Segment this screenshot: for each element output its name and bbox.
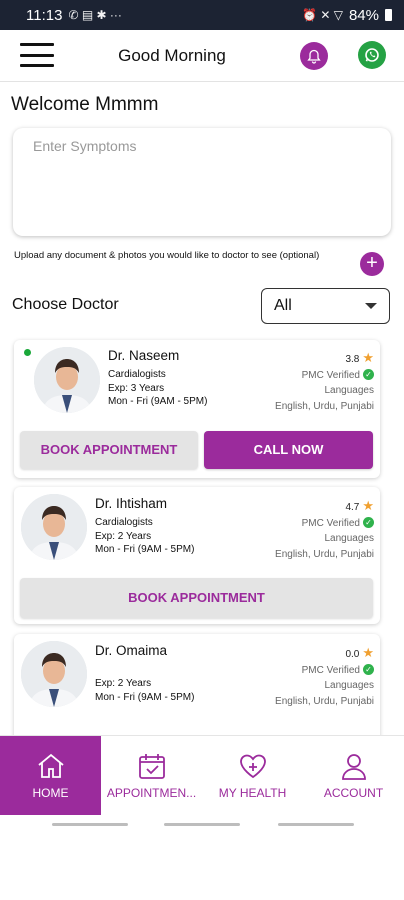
- upload-add-button[interactable]: +: [360, 252, 384, 276]
- nav-home-label: HOME: [32, 786, 69, 800]
- home-icon: [37, 753, 64, 778]
- chevron-down-icon: [365, 303, 377, 309]
- doctor-timing: Mon - Fri (9AM - 5PM): [95, 691, 195, 703]
- star-icon: ★: [362, 350, 374, 365]
- nav-home[interactable]: HOME: [0, 736, 101, 816]
- battery-level: 84%: [348, 6, 379, 24]
- system-nav-back[interactable]: [278, 823, 354, 826]
- doctor-languages: English, Urdu, Punjabi: [275, 695, 374, 707]
- doctor-languages: English, Urdu, Punjabi: [275, 548, 374, 560]
- book-appointment-button[interactable]: BOOK APPOINTMENT: [20, 431, 198, 469]
- doctor-rating: 0.0: [345, 649, 360, 660]
- doctor-timing: Mon - Fri (9AM - 5PM): [95, 544, 195, 555]
- doctor-filter-select[interactable]: All: [261, 288, 390, 324]
- nav-appointments-label: APPOINTMEN...: [106, 786, 197, 800]
- heart-plus-icon: [239, 754, 266, 779]
- doctor-meta: 3.8 ★ PMC Verified ✓ Languages English, Ur…: [275, 350, 374, 414]
- languages-label: Languages: [324, 385, 375, 396]
- status-bar: 11:13 ✆ ▤ ✱ ··· ⏰ ✕ ▽ 84%: [0, 0, 404, 30]
- doctor-rating: 3.8: [345, 354, 360, 365]
- star-icon: ★: [362, 498, 374, 513]
- system-nav-recents[interactable]: [52, 823, 128, 826]
- doctor-rating: 4.7: [345, 502, 360, 513]
- nav-account-label: ACCOUNT: [323, 786, 384, 800]
- person-icon: [341, 754, 366, 780]
- system-nav-bar: [0, 815, 404, 835]
- pmc-verified-label: PMC Verified: [301, 664, 360, 676]
- battery-icon: [385, 9, 392, 21]
- app-header: Good Morning: [0, 30, 404, 82]
- doctor-details: Exp: 2 Years Mon - Fri (9AM - 5PM): [95, 677, 194, 704]
- doctor-avatar: [21, 641, 87, 707]
- doctor-specialty: Cardialogists: [108, 369, 166, 380]
- whatsapp-icon[interactable]: [358, 41, 386, 69]
- welcome-heading: Welcome Mmmm: [11, 94, 159, 115]
- doctor-name: Dr. Omaima: [95, 643, 168, 658]
- nav-my-health[interactable]: MY HEALTH: [202, 736, 303, 816]
- doctor-name: Dr. Ihtisham: [95, 496, 168, 511]
- verified-check-icon: ✓: [363, 517, 374, 529]
- system-status-icons: ⏰ ✕ ▽: [302, 8, 343, 22]
- page-title: Good Morning: [118, 45, 226, 65]
- calendar-check-icon: [138, 754, 165, 779]
- pmc-verified-label: PMC Verified: [301, 517, 360, 529]
- online-status-dot: [24, 349, 31, 356]
- doctor-meta: 4.7 ★ PMC Verified ✓ Languages English, Ur…: [275, 498, 374, 562]
- doctor-card: Dr. Naseem Cardialogists Exp: 3 Years Mo…: [14, 340, 380, 478]
- doctor-filter-value: All: [274, 297, 292, 314]
- star-icon: ★: [362, 645, 374, 660]
- doctor-details: Cardialogists Exp: 2 Years Mon - Fri (9A…: [95, 516, 194, 557]
- bell-icon[interactable]: [300, 42, 328, 70]
- upload-hint: Upload any document & photos you would l…: [14, 250, 320, 261]
- call-now-button[interactable]: CALL NOW: [204, 431, 373, 469]
- symptoms-input[interactable]: [13, 128, 391, 236]
- pmc-verified-label: PMC Verified: [301, 369, 360, 381]
- doctor-details: Cardialogists Exp: 3 Years Mon - Fri (9A…: [108, 368, 207, 409]
- nav-account[interactable]: ACCOUNT: [303, 736, 404, 816]
- doctor-languages: English, Urdu, Punjabi: [275, 400, 374, 412]
- system-nav-home[interactable]: [164, 823, 240, 826]
- doctor-avatar: [21, 494, 87, 560]
- languages-label: Languages: [324, 680, 375, 691]
- choose-doctor-label: Choose Doctor: [12, 296, 119, 313]
- doctor-avatar: [34, 347, 100, 413]
- doctor-specialty: Cardialogists: [95, 517, 153, 528]
- doctor-experience: Exp: 2 Years: [95, 678, 152, 689]
- doctor-experience: Exp: 2 Years: [95, 530, 152, 542]
- nav-appointments[interactable]: APPOINTMEN...: [101, 736, 202, 816]
- doctor-timing: Mon - Fri (9AM - 5PM): [108, 396, 208, 407]
- verified-check-icon: ✓: [363, 369, 374, 381]
- nav-my-health-label: MY HEALTH: [218, 786, 287, 800]
- doctor-meta: 0.0 ★ PMC Verified ✓ Languages English, Ur…: [275, 645, 374, 709]
- status-time: 11:13: [26, 6, 63, 24]
- doctor-experience: Exp: 3 Years: [108, 382, 165, 394]
- doctor-card: Dr. Ihtisham Cardialogists Exp: 2 Years …: [14, 487, 380, 624]
- bottom-nav: HOME APPOINTMEN... MY HEALTH ACCOUNT: [0, 735, 404, 816]
- book-appointment-button[interactable]: BOOK APPOINTMENT: [20, 578, 373, 618]
- verified-check-icon: ✓: [363, 664, 374, 676]
- languages-label: Languages: [324, 533, 375, 544]
- doctor-name: Dr. Naseem: [108, 348, 180, 363]
- notification-icons: ✆ ▤ ✱ ···: [68, 8, 122, 22]
